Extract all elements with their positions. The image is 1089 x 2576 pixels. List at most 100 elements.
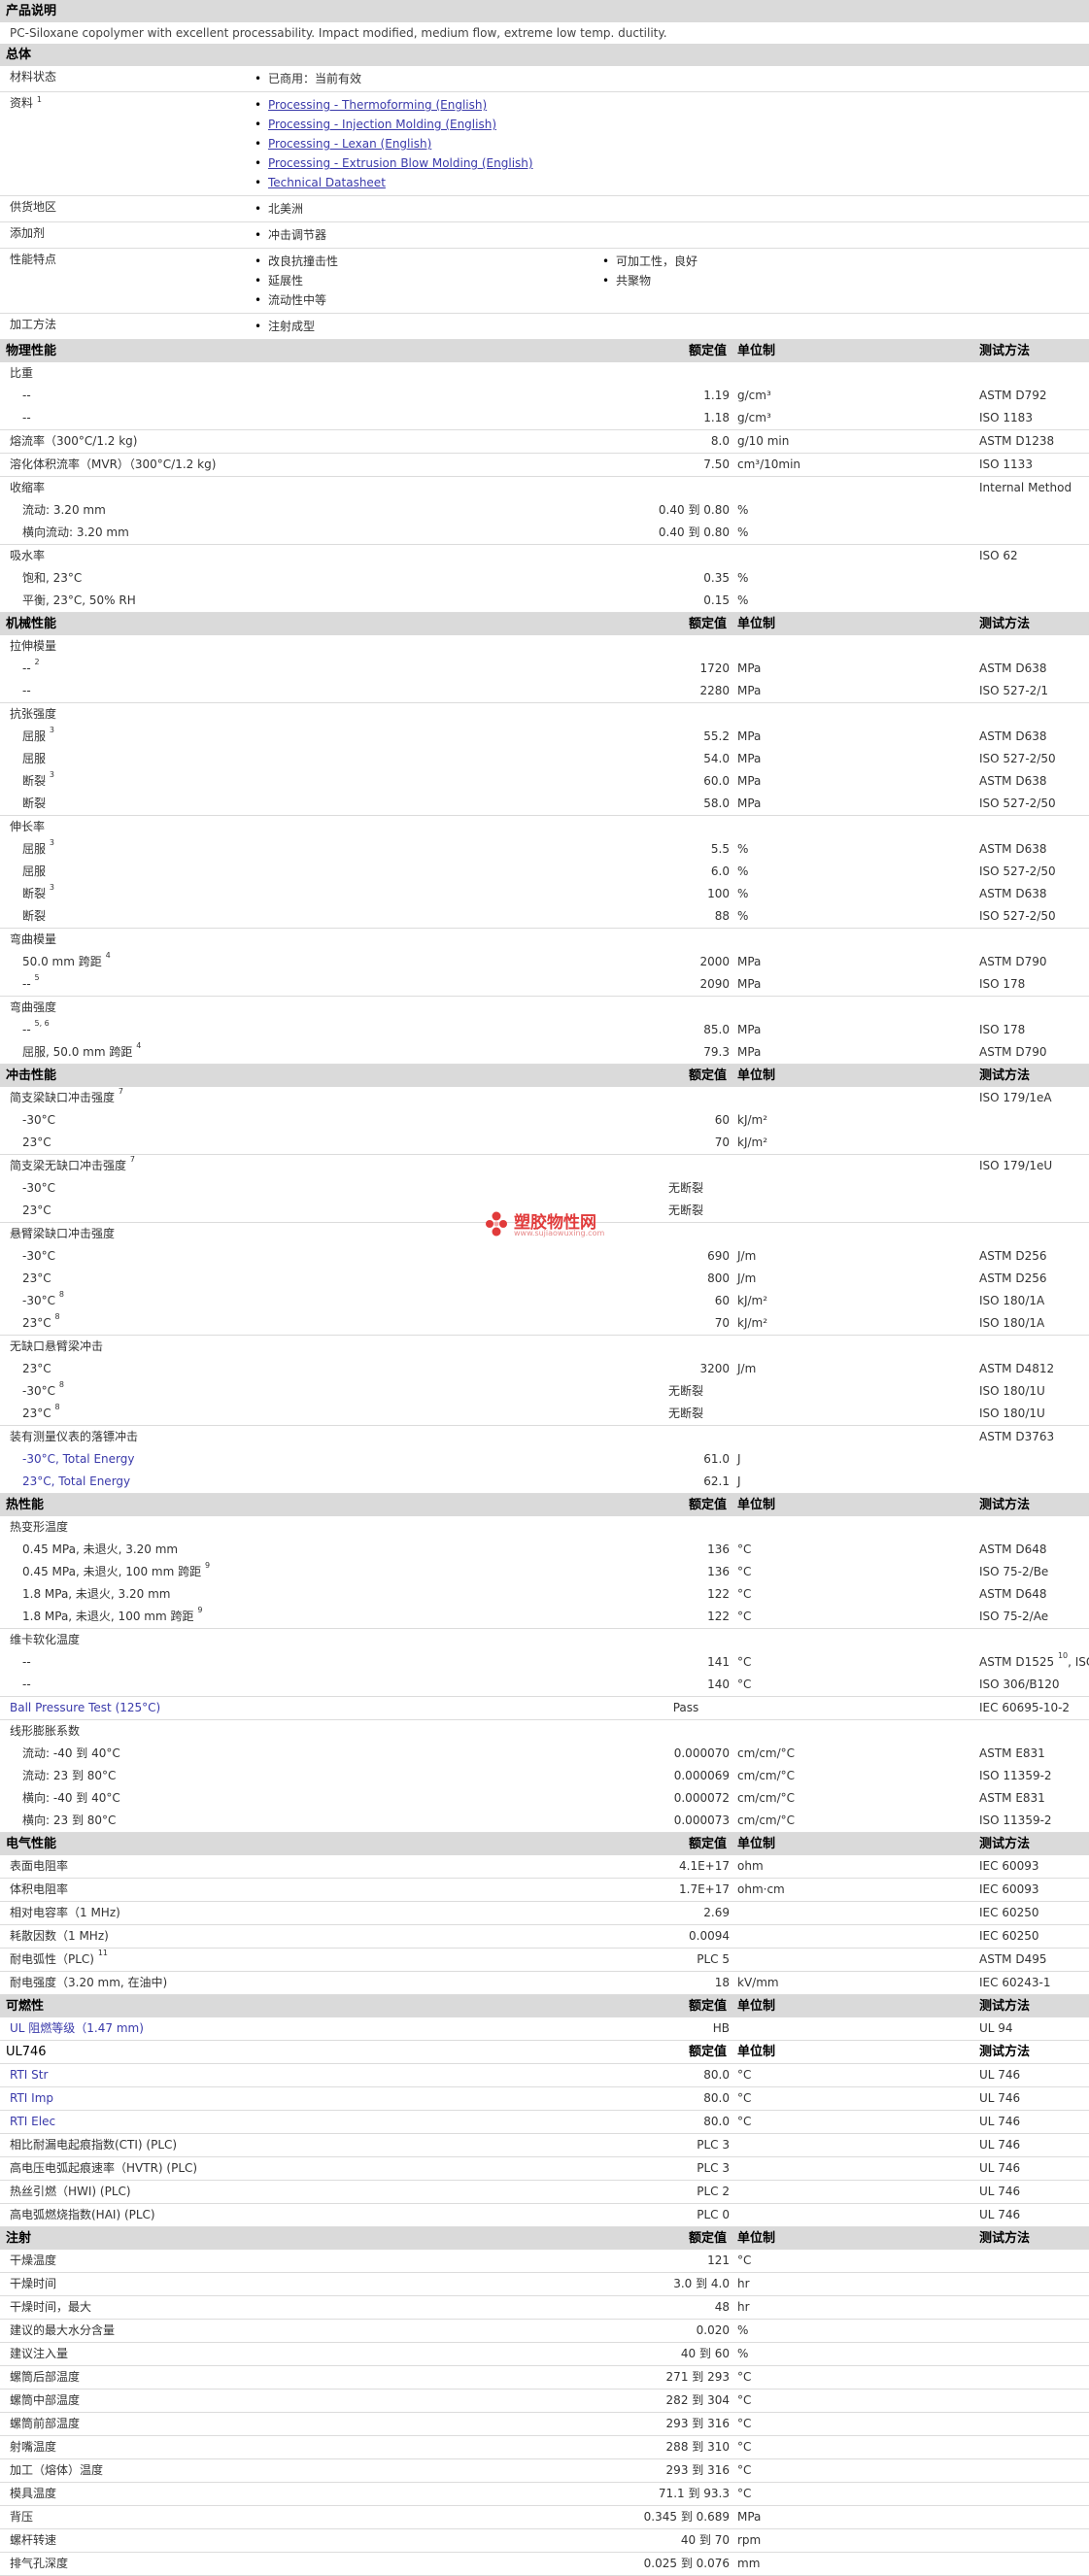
unit-value: °C — [737, 2440, 752, 2454]
doc-link[interactable]: Processing - Lexan (English) — [268, 137, 431, 151]
property-row: 建议注入量 40 到 60% — [0, 2343, 1089, 2365]
property-subrow: 断裂 3 100% ASTM D638 — [0, 883, 1089, 905]
property-group: UL 阻燃等级（1.47 mm) HB UL 94 — [0, 2017, 1089, 2041]
condition-label: 23°C — [22, 1200, 51, 1222]
doc-link[interactable]: Technical Datasheet — [268, 176, 386, 189]
property-group: 无缺口悬臂梁冲击 23°C 3200 J/m ASTM D4812 -30°C 8 无断裂 I… — [0, 1336, 1089, 1426]
unit-value: MPa — [737, 955, 762, 968]
property-group-title-row: 抗张强度 — [0, 703, 1089, 726]
test-method-text: IEC 60093 — [979, 1882, 1039, 1896]
header-unit: 单位制 — [737, 1999, 776, 2014]
condition-text: 23°C — [22, 1316, 51, 1330]
condition-text: 螺筒后部温度 — [10, 2370, 81, 2384]
test-method: ISO 527-2/50 — [979, 905, 1056, 928]
test-method: ASTM D638 — [979, 658, 1046, 680]
property-group: 维卡软化温度 -- 141 °C ASTM D1525 10, ISO -- 140 °C IS… — [0, 1629, 1089, 1697]
condition-label: RTI Elec — [10, 2111, 55, 2133]
unit-value: cm³/10min — [737, 458, 801, 471]
general-row: 加工方法 注射成型 — [0, 314, 1089, 340]
condition-text: 背压 — [10, 2510, 34, 2524]
nominal-value: 122 — [707, 1610, 730, 1623]
nominal-value: 61.0 — [703, 1452, 730, 1466]
property-name-text: 无缺口悬臂梁冲击 — [10, 1339, 104, 1353]
property-row: 耐电强度（3.20 mm, 在油中) 18 kV/mm IEC 60243-1 — [0, 1972, 1089, 1994]
header-method: 测试方法 — [979, 1068, 1031, 1083]
test-method-text: ISO 527-2/1 — [979, 684, 1048, 697]
test-method: ISO 179/1eA — [979, 1091, 1052, 1104]
unit-value: cm/cm/°C — [737, 1769, 796, 1782]
condition-text: -- — [22, 1023, 31, 1036]
doc-link[interactable]: Processing - Extrusion Blow Molding (Eng… — [268, 156, 533, 170]
condition-label: 相比耐漏电起痕指数(CTI) (PLC) — [10, 2134, 177, 2156]
condition-label: -- — [22, 680, 31, 702]
test-method-text: ASTM D638 — [979, 887, 1047, 900]
doc-link[interactable]: Processing - Thermoforming (English) — [268, 98, 487, 112]
nominal-value: 800 — [707, 1271, 730, 1285]
property-subrow: -30°C 60 kJ/m² — [0, 1109, 1089, 1132]
nominal-value: 5.5 — [710, 842, 730, 856]
footnote-ref: 5 — [34, 973, 40, 982]
property-group: 拉伸模量 -- 2 1720 MPa ASTM D638 -- 2280 MPa ISO 527… — [0, 635, 1089, 703]
header-unit: 单位制 — [737, 1498, 776, 1512]
condition-text: 23°C — [22, 1271, 51, 1285]
property-group: 耐电强度（3.20 mm, 在油中) 18 kV/mm IEC 60243-1 — [0, 1972, 1089, 1995]
property-name-text: 维卡软化温度 — [10, 1633, 81, 1646]
property-row: 干燥温度 121 °C — [0, 2250, 1089, 2272]
test-method: ASTM D648 — [979, 1583, 1046, 1606]
condition-text: 23°C — [22, 1203, 51, 1217]
test-method: UL 746 — [979, 2181, 1020, 2203]
property-group: Ball Pressure Test (125°C) Pass IEC 60695-… — [0, 1697, 1089, 1720]
nominal-value: PLC 0 — [697, 2208, 730, 2221]
test-method: ISO 180/1A — [979, 1312, 1044, 1335]
test-method: IEC 60695-10-2 — [979, 1697, 1070, 1719]
nominal-value: 2000 — [699, 955, 730, 968]
test-method-text: ASTM D638 — [979, 661, 1047, 675]
test-method-text: ISO 178 — [979, 1023, 1026, 1036]
condition-label: 横向流动: 3.20 mm — [22, 522, 129, 544]
unit-value: hr — [737, 2277, 750, 2290]
condition-text: 23°C, Total Energy — [22, 1474, 131, 1488]
test-method-text: ASTM D638 — [979, 774, 1047, 788]
condition-label: 流动: -40 到 40°C — [22, 1743, 120, 1765]
unit-value: MPa — [737, 729, 762, 743]
test-method-text: ISO 75-2/Be — [979, 1565, 1049, 1578]
test-method: IEC 60243-1 — [979, 1972, 1050, 1994]
property-group-title-row: 比重 — [0, 362, 1089, 385]
condition-text: 23°C — [22, 1407, 51, 1420]
condition-text: 横向: -40 到 40°C — [22, 1791, 120, 1805]
section-title: 物理性能 额定值 单位制 测试方法 — [0, 340, 1089, 362]
nominal-value: 2090 — [699, 977, 730, 991]
general-item: 冲击调节器 — [251, 225, 1089, 245]
condition-label: 饱和, 23°C — [22, 567, 82, 590]
nominal-value: 0.35 — [703, 571, 730, 585]
condition-text: 建议注入量 — [10, 2347, 69, 2360]
header-unit: 单位制 — [737, 617, 776, 631]
test-method-text: UL 746 — [979, 2138, 1021, 2152]
condition-text: 断裂 — [22, 797, 47, 810]
general-row: 材料状态 已商用：当前有效 — [0, 66, 1089, 92]
test-method: ISO 180/1U — [979, 1380, 1045, 1403]
doc-link[interactable]: Processing - Injection Molding (English) — [268, 118, 496, 131]
section-title: 机械性能 额定值 单位制 测试方法 — [0, 613, 1089, 635]
doc-link-item: Processing - Extrusion Blow Molding (Eng… — [251, 153, 1089, 173]
test-method: ISO 527-2/50 — [979, 748, 1056, 770]
condition-label: 50.0 mm 跨距 4 — [22, 951, 111, 973]
property-sections: 物理性能 额定值 单位制 测试方法 比重 -- 1.19 g/cm³ ASTM D792 -- 1.… — [0, 340, 1089, 2576]
property-group: 相对电容率（1 MHz) 2.69 IEC 60250 — [0, 1902, 1089, 1925]
condition-label: 0.45 MPa, 未退火, 3.20 mm — [22, 1539, 178, 1561]
property-group: 高电弧燃烧指数(HAI) (PLC) PLC 0 UL 746 — [0, 2204, 1089, 2227]
nominal-value: 0.15 — [703, 593, 730, 607]
nominal-value: PLC 2 — [697, 2185, 730, 2198]
condition-text: 1.8 MPa, 未退火, 100 mm 跨距 — [22, 1610, 194, 1623]
property-subrow: 断裂 3 60.0 MPa ASTM D638 — [0, 770, 1089, 793]
general-row-label: 供货地区 — [0, 196, 251, 221]
footnote-ref: 9 — [197, 1606, 203, 1614]
property-subrow: 50.0 mm 跨距 4 2000 MPa ASTM D790 — [0, 951, 1089, 973]
nominal-value: 无断裂 — [667, 1203, 704, 1217]
condition-text: 表面电阻率 — [10, 1859, 69, 1873]
nominal-value: 60.0 — [703, 774, 730, 788]
section-title-text: 注射 — [6, 2231, 32, 2246]
property-group: 抗张强度 屈服 3 55.2 MPa ASTM D638 屈服 54.0 MPa ISO 527… — [0, 703, 1089, 816]
general-item: 共聚物 — [598, 271, 946, 290]
property-name: 装有测量仪表的落镖冲击 — [10, 1426, 138, 1448]
